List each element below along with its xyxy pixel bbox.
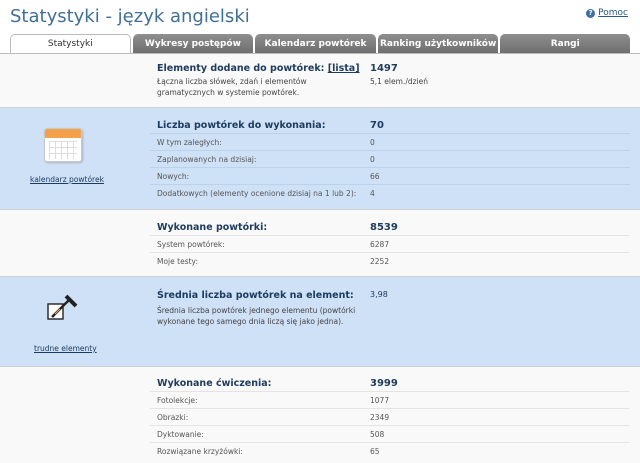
calendar-link[interactable]: kalendarz powtórek [30, 175, 104, 184]
section-reviews-todo: kalendarz powtórek Liczba powtórek do wy… [0, 108, 640, 210]
row-label: Obrazki: [157, 412, 189, 422]
tab-ranking-uzytkownikow[interactable]: Ranking użytkowników [377, 34, 499, 53]
row-value: 0 [370, 137, 375, 147]
hammer-icon[interactable] [46, 293, 82, 323]
exercises-title: Wykonane ćwiczenia: [157, 378, 272, 389]
row-label: Dyktowanie: [157, 429, 204, 439]
average-title: Średnia liczba powtórek na element: [157, 290, 354, 301]
help-label: Pomoc [598, 8, 628, 18]
table-row: Dodatkowych (elementy ocenione dzisiaj n… [150, 184, 630, 201]
row-label: Moje testy: [157, 256, 198, 266]
list-link[interactable]: [lista] [328, 63, 360, 74]
calendar-icon[interactable] [44, 128, 82, 162]
section-average: trudne elementy Średnia liczba powtórek … [0, 277, 640, 367]
row-label: Nowych: [157, 171, 190, 181]
added-value: 1497 [370, 63, 398, 74]
row-label: Zaplanowanych na dzisiaj: [157, 154, 257, 164]
table-row: System powtórek: 6287 [150, 235, 630, 252]
tab-statystyki[interactable]: Statystyki [10, 34, 131, 53]
row-value: 6287 [370, 239, 390, 249]
table-row: Dyktowanie: 508 [150, 425, 630, 442]
table-row: Zaplanowanych na dzisiaj: 0 [150, 150, 630, 167]
tab-kalendarz-powtorek[interactable]: Kalendarz powtórek [255, 34, 376, 53]
added-rate: 5,1 elem./dzień [370, 77, 428, 86]
todo-value: 70 [370, 120, 384, 131]
row-value: 1077 [370, 395, 390, 405]
added-title: Elementy dodane do powtórek: [lista] [157, 63, 360, 74]
row-label: Dodatkowych (elementy ocenione dzisiaj n… [157, 188, 357, 198]
row-value: 4 [370, 188, 375, 198]
row-value: 508 [370, 429, 385, 439]
table-row: Rozwiązane krzyżówki: 65 [150, 442, 630, 459]
row-label: Fotolekcje: [157, 395, 198, 405]
row-value: 65 [370, 446, 380, 456]
section-added-elements: Elementy dodane do powtórek: [lista] 149… [0, 54, 640, 108]
done-value: 8539 [370, 222, 398, 233]
table-row: Nowych: 66 [150, 167, 630, 184]
section-reviews-done: Wykonane powtórki: 8539 System powtórek:… [0, 210, 640, 277]
section-exercises: Wykonane ćwiczenia: 3999 Fotolekcje: 107… [0, 367, 640, 463]
help-circle-icon: ? [586, 8, 596, 18]
row-value: 2349 [370, 412, 390, 422]
table-row: Moje testy: 2252 [150, 252, 630, 269]
stats-content: Elementy dodane do powtórek: [lista] 149… [0, 53, 640, 463]
done-title: Wykonane powtórki: [157, 222, 268, 233]
added-description: Łączna liczba słówek, zdań i elementów g… [157, 77, 307, 97]
tab-rangi[interactable]: Rangi [500, 34, 631, 53]
average-value: 3,98 [370, 290, 388, 299]
tab-wykresy-postepow[interactable]: Wykresy postępów [132, 34, 254, 53]
difficult-elements-link[interactable]: trudne elementy [34, 344, 97, 353]
row-value: 0 [370, 154, 375, 164]
added-title-text: Elementy dodane do powtórek: [157, 63, 325, 74]
row-value: 66 [370, 171, 380, 181]
table-row: Obrazki: 2349 [150, 408, 630, 425]
row-value: 2252 [370, 256, 390, 266]
page-title: Statystyki - język angielski [10, 6, 250, 27]
todo-title: Liczba powtórek do wykonania: [157, 120, 326, 131]
row-label: System powtórek: [157, 239, 225, 249]
average-description: Średnia liczba powtórek jednego elementu… [157, 306, 356, 326]
row-label: Rozwiązane krzyżówki: [157, 446, 243, 456]
tab-bar: Statystyki Wykresy postępów Kalendarz po… [10, 34, 631, 53]
table-row: Fotolekcje: 1077 [150, 391, 630, 408]
exercises-value: 3999 [370, 378, 398, 389]
row-label: W tym zaległych: [157, 137, 222, 147]
table-row: W tym zaległych: 0 [150, 133, 630, 150]
help-link[interactable]: ? Pomoc [586, 8, 628, 18]
